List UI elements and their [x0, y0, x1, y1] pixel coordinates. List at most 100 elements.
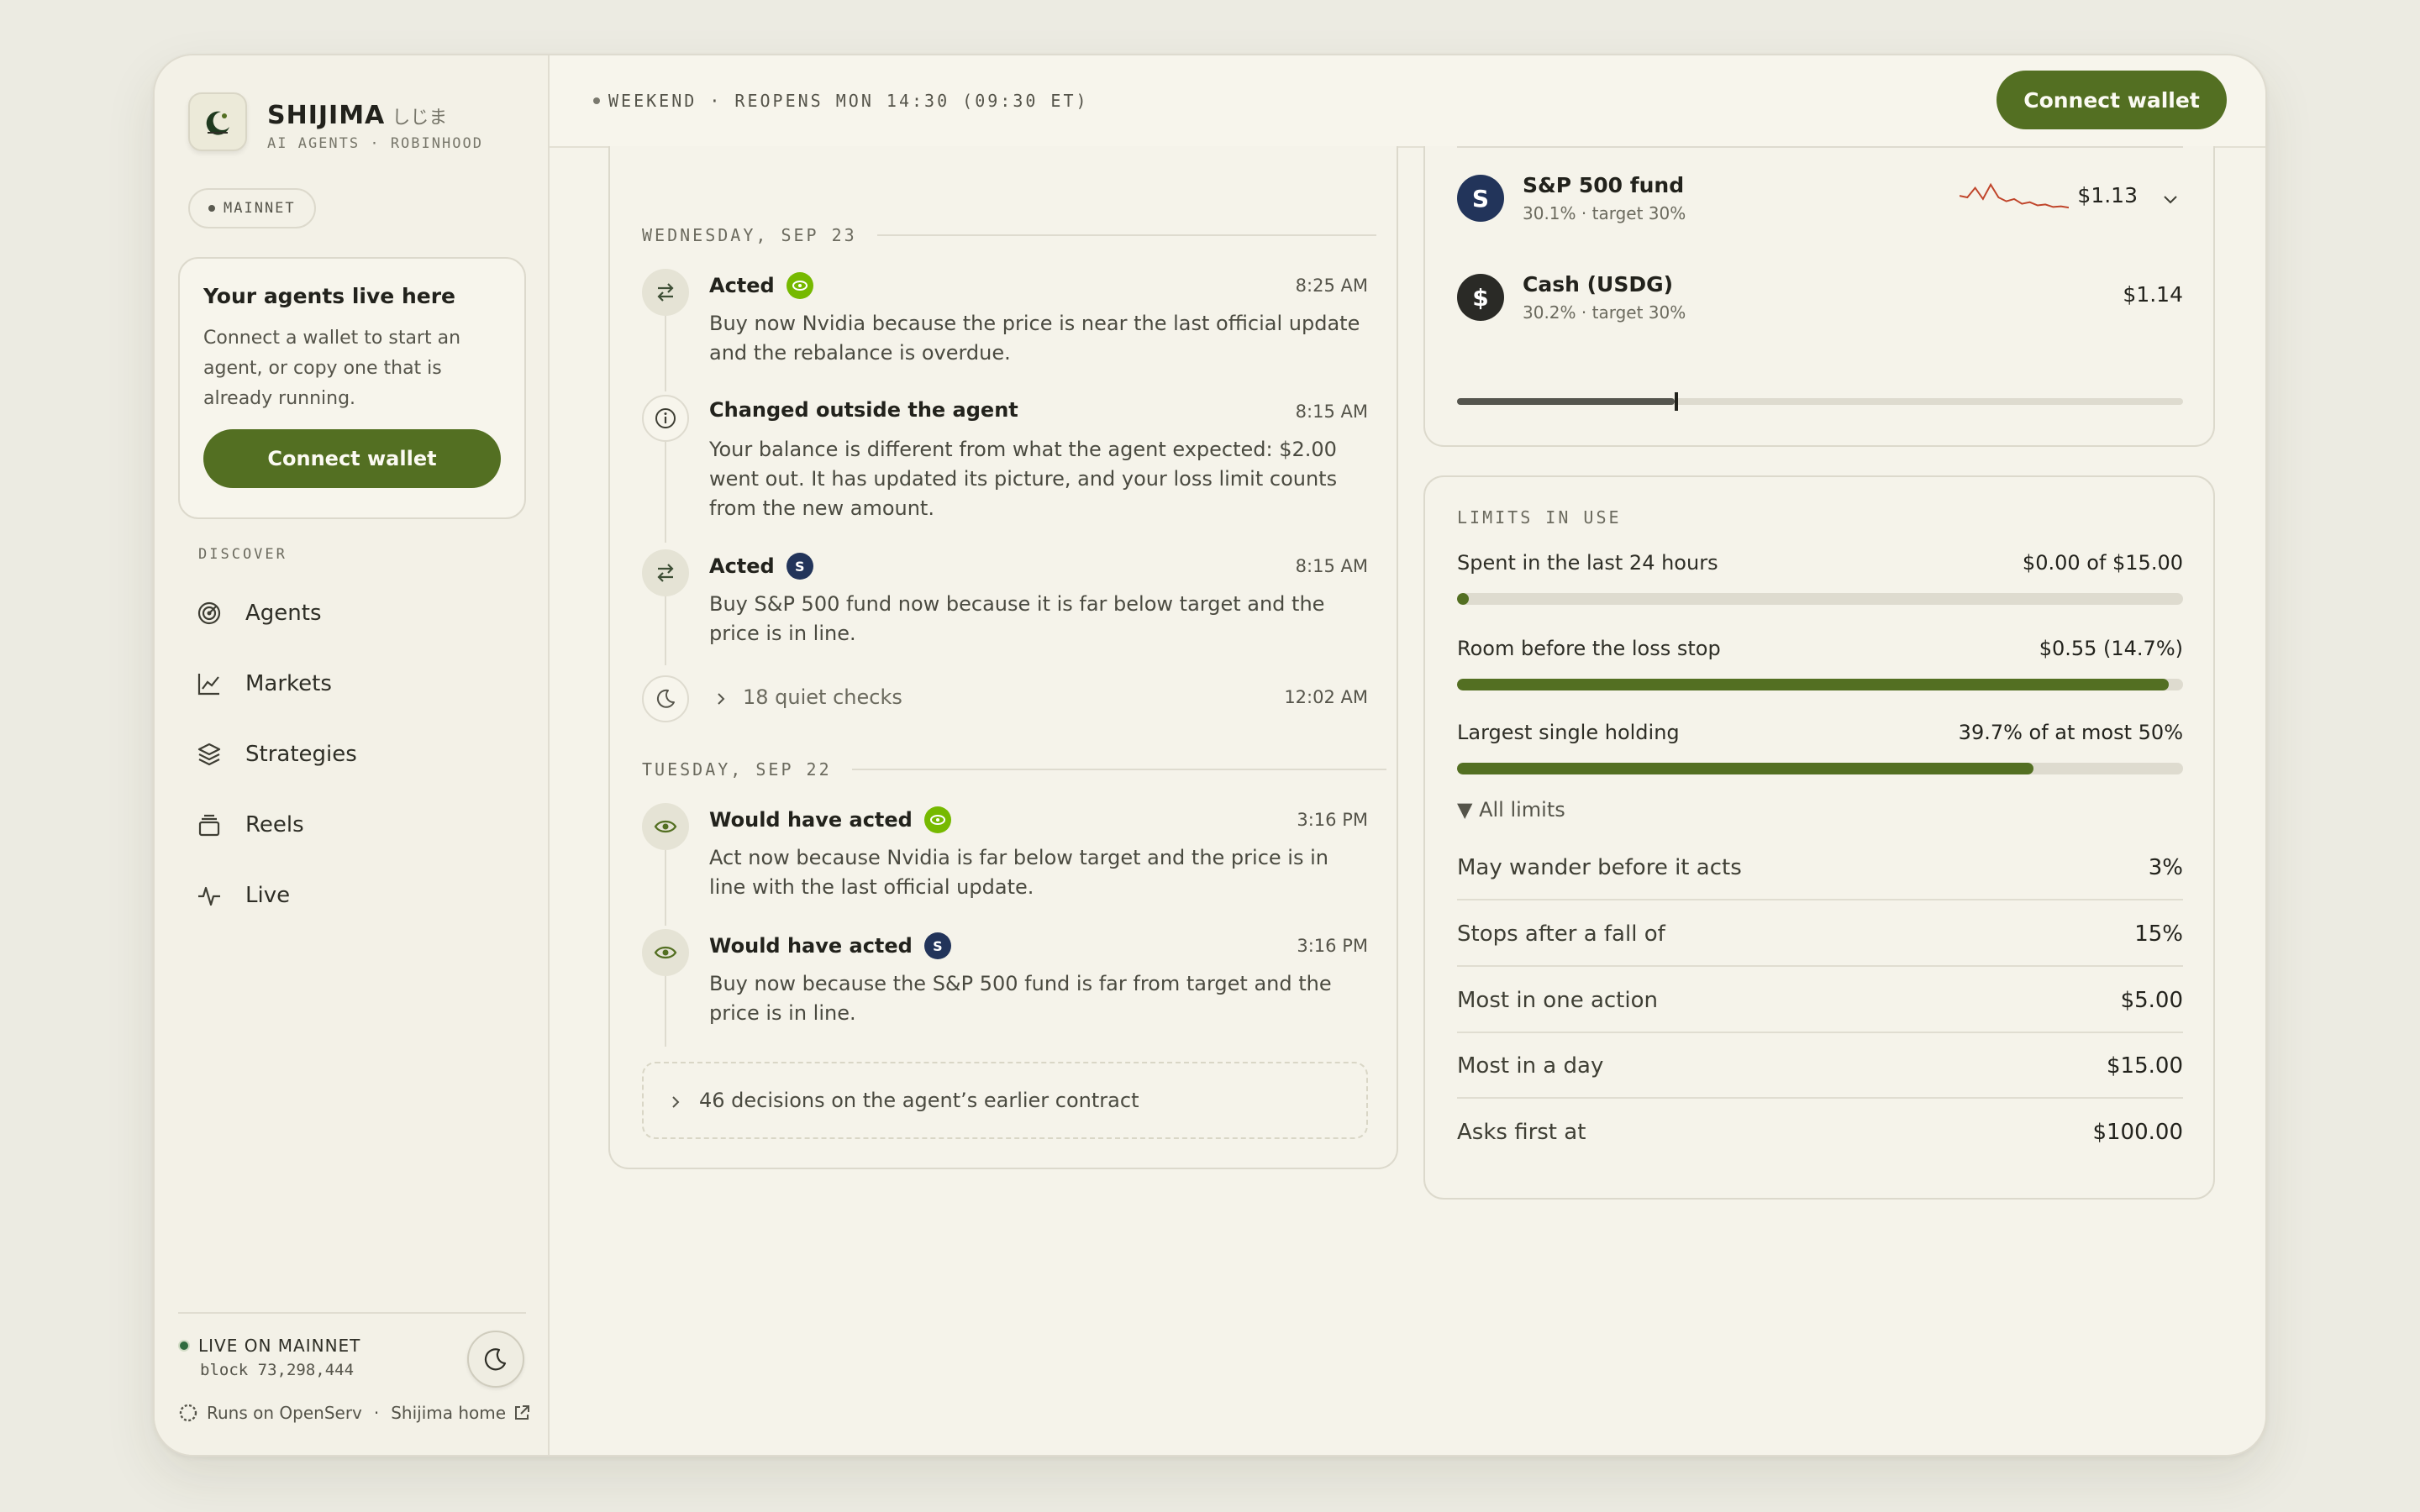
- limit-row-label: Asks first at: [1457, 1120, 1586, 1145]
- event-body: Buy S&P 500 fund now because it is far b…: [709, 592, 1325, 645]
- holding-value: $1.13: [2077, 183, 2138, 207]
- sidebar-item-label: Agents: [245, 601, 322, 626]
- stack-icon: [198, 814, 220, 837]
- chart-icon: [197, 674, 219, 696]
- holding-name: S&P 500 fund: [1523, 173, 1685, 197]
- theme-toggle-button[interactable]: [467, 1331, 524, 1388]
- limit-row-label: May wander before it acts: [1457, 855, 1742, 880]
- holding-allocation: 30.1% · target 30%: [1523, 203, 1686, 223]
- sidebar-item-reels[interactable]: Reels: [197, 790, 357, 860]
- quiet-checks-row[interactable]: 18 quiet checks 12:02 AM: [642, 675, 1368, 722]
- feed-event[interactable]: Acted 8:25 AM Buy now Nvidia because the…: [642, 269, 1368, 391]
- sidebar-nav: Agents Markets Strategies Reels Live: [197, 578, 357, 931]
- brand-name: SHIJIMA: [267, 101, 386, 130]
- network-dot-icon: [208, 205, 215, 212]
- discover-label: DISCOVER: [198, 546, 287, 563]
- timeline-line: [665, 596, 666, 665]
- limit-row-value: $100.00: [2092, 1120, 2183, 1145]
- holdings-divider: [1457, 146, 2183, 148]
- chevron-right-icon: [672, 1096, 680, 1108]
- block-number: block 73,298,444: [200, 1361, 355, 1379]
- brand: SHIJIMA しじま AI AGENTS · ROBINHOOD: [267, 101, 483, 152]
- nvidia-badge-icon: [786, 272, 813, 299]
- timeline-line: [665, 850, 666, 926]
- connect-wallet-button[interactable]: Connect wallet: [1996, 71, 2227, 129]
- holding-row[interactable]: $ Cash (USDG) 30.2% · target 30% $1.14: [1457, 270, 2183, 324]
- sidebar-connect-wallet-button[interactable]: Connect wallet: [203, 429, 501, 488]
- limit-row: Asks first at $100.00: [1457, 1100, 2183, 1165]
- event-body: Your balance is different from what the …: [709, 438, 1338, 520]
- activity-feed: WEDNESDAY, SEP 23 Acted 8:25 AM Buy now …: [608, 146, 1398, 1169]
- feed-event[interactable]: Changed outside the agent 8:15 AM Your b…: [642, 395, 1368, 543]
- allocation-track: [1457, 392, 2183, 411]
- feed-event[interactable]: Would have acted 3:16 PM Act now because…: [642, 803, 1368, 926]
- sidebar-item-live[interactable]: Live: [197, 860, 357, 931]
- external-link-icon[interactable]: [513, 1404, 531, 1422]
- event-time: 8:15 AM: [1295, 402, 1368, 422]
- feed-event[interactable]: Would have acted S 3:16 PM Buy now becau…: [642, 929, 1368, 1047]
- brand-name-jp: しじま: [392, 108, 448, 129]
- limit-fill: [1457, 593, 1469, 605]
- network-label: MAINNET: [224, 200, 296, 217]
- limit-fill: [1457, 763, 2034, 774]
- quiet-checks-text: 18 quiet checks: [743, 685, 902, 709]
- limit-row-label: Stops after a fall of: [1457, 921, 1665, 947]
- event-title: Would have acted: [709, 806, 951, 833]
- moon-icon: [484, 1348, 507, 1371]
- earlier-text: 46 decisions on the agent’s earlier cont…: [699, 1089, 1139, 1112]
- footer-separator: ·: [373, 1403, 380, 1423]
- event-title: Would have acted S: [709, 932, 951, 959]
- swap-icon: [642, 549, 689, 596]
- holdings-panel: S S&P 500 fund 30.1% · target 30% $1.13 …: [1423, 146, 2215, 447]
- sidebar-item-agents[interactable]: Agents: [197, 578, 357, 648]
- limit-bar-row: Spent in the last 24 hours $0.00 of $15.…: [1457, 551, 2183, 610]
- event-time: 3:16 PM: [1297, 810, 1368, 830]
- event-title: Acted: [709, 272, 813, 299]
- sidebar-item-markets[interactable]: Markets: [197, 648, 357, 719]
- moon-icon: [642, 675, 689, 722]
- event-title-text: Acted: [709, 274, 775, 297]
- sidebar: SHIJIMA しじま AI AGENTS · ROBINHOOD MAINNET…: [155, 55, 550, 1455]
- shijima-logo[interactable]: [188, 92, 247, 151]
- limit-track: [1457, 679, 2183, 690]
- holding-value: $1.14: [2123, 282, 2183, 307]
- limit-row-label: Most in a day: [1457, 1053, 1604, 1079]
- limit-value: $0.55 (14.7%): [2039, 637, 2183, 660]
- limit-row-label: Most in one action: [1457, 988, 1658, 1013]
- nvidia-badge-icon: [923, 806, 951, 833]
- timeline-line: [665, 442, 666, 543]
- sidebar-item-strategies[interactable]: Strategies: [197, 719, 357, 790]
- chevron-down-icon[interactable]: [2161, 190, 2180, 208]
- event-time: 8:25 AM: [1295, 276, 1368, 296]
- eye-icon: [642, 929, 689, 976]
- shijima-home-link[interactable]: Shijima home: [391, 1403, 506, 1423]
- earlier-contract-decisions[interactable]: 46 decisions on the agent’s earlier cont…: [642, 1062, 1368, 1139]
- limit-row-value: 3%: [2148, 855, 2183, 880]
- timeline-line: [665, 976, 666, 1047]
- sidebar-item-label: Markets: [245, 671, 332, 696]
- limit-row: Stops after a fall of 15%: [1457, 901, 2183, 967]
- limit-track: [1457, 593, 2183, 605]
- agents-intro-card: Your agents live here Connect a wallet t…: [178, 257, 526, 519]
- feed-event[interactable]: Acted S 8:15 AM Buy S&P 500 fund now bec…: [642, 549, 1368, 667]
- chevron-right-icon[interactable]: [713, 690, 729, 707]
- openserv-icon: [179, 1404, 197, 1422]
- live-status-text: LIVE ON MAINNET: [198, 1336, 361, 1356]
- live-dot-icon: [178, 1340, 190, 1352]
- event-body: Act now because Nvidia is far below targ…: [709, 846, 1328, 899]
- holding-allocation: 30.2% · target 30%: [1523, 302, 1686, 323]
- price-sparkline: [1960, 182, 2069, 209]
- status-dot-icon: [593, 97, 600, 104]
- limit-value: $0.00 of $15.00: [2022, 551, 2183, 575]
- event-title-text: Would have acted: [709, 934, 913, 958]
- top-bar: WEEKEND · REOPENS MON 14:30 (09:30 ET) C…: [550, 55, 2265, 148]
- network-pill[interactable]: MAINNET: [188, 188, 316, 228]
- holding-row[interactable]: S S&P 500 fund 30.1% · target 30% $1.13: [1457, 171, 2183, 225]
- moon-logo-icon: [206, 111, 229, 135]
- holding-name: Cash (USDG): [1523, 272, 1674, 297]
- limits-title: LIMITS IN USE: [1457, 507, 1622, 528]
- all-limits-toggle[interactable]: ▼ All limits: [1457, 798, 1565, 822]
- cash-avatar: $: [1457, 274, 1504, 321]
- limit-bar-row: Largest single holding 39.7% of at most …: [1457, 721, 2183, 780]
- sidebar-item-label: Live: [245, 883, 291, 908]
